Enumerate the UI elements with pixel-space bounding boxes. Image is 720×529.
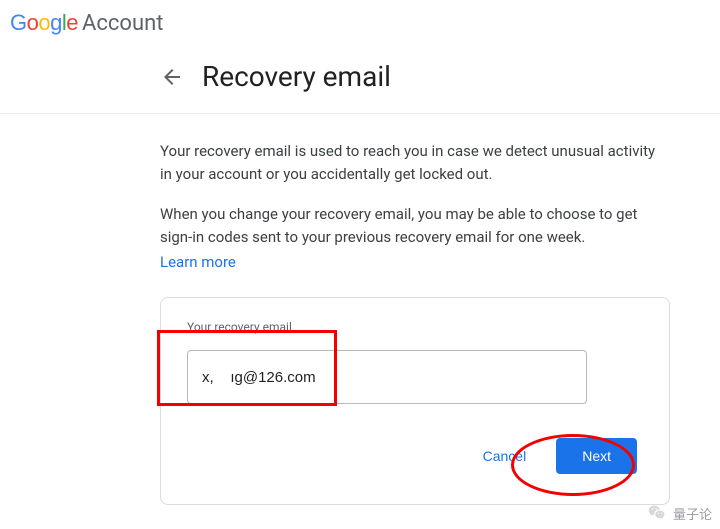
next-button[interactable]: Next (556, 438, 637, 474)
wechat-icon (647, 503, 667, 523)
app-header: Google Account (0, 0, 720, 42)
field-label: Your recovery email (187, 320, 643, 334)
watermark: 量子论 (647, 503, 712, 523)
title-row: Recovery email (0, 42, 720, 113)
recovery-email-input[interactable] (187, 350, 587, 404)
watermark-text: 量子论 (673, 504, 712, 523)
main-content: Your recovery email is used to reach you… (0, 114, 720, 505)
description-1: Your recovery email is used to reach you… (160, 140, 670, 185)
account-label: Account (82, 11, 163, 36)
recovery-email-card: Your recovery email Cancel Next (160, 297, 670, 505)
cancel-button[interactable]: Cancel (473, 440, 537, 472)
back-arrow-icon[interactable] (160, 65, 184, 89)
page-title: Recovery email (202, 60, 391, 93)
google-logo: Google (10, 10, 78, 36)
form-actions: Cancel Next (187, 438, 643, 474)
learn-more-link[interactable]: Learn more (160, 253, 236, 271)
description-2: When you change your recovery email, you… (160, 203, 670, 248)
